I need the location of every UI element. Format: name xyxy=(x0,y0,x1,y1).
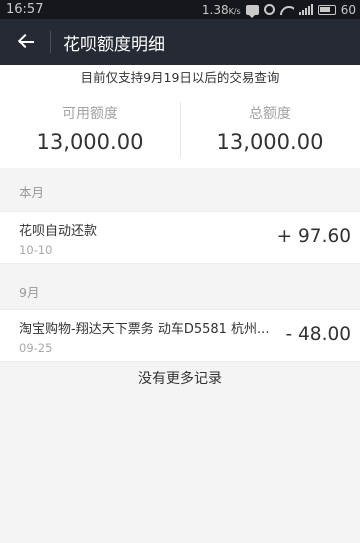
app-header: 花呗额度明细 xyxy=(0,19,360,65)
back-button[interactable] xyxy=(0,19,50,65)
status-time: 16:57 xyxy=(6,2,44,17)
section-header-this-month: 本月 xyxy=(0,177,360,208)
status-bar: 16:57 1.38K/s 60 xyxy=(0,0,360,19)
record-title: 花呗自动还款 xyxy=(19,224,98,239)
total-quota-label: 总额度 xyxy=(249,106,291,122)
record-date: 09-25 xyxy=(19,341,53,355)
record-item[interactable]: 淘宝购物-翔达天下票务 动车D5581 杭州... 09-25 - 48.00 xyxy=(0,309,360,362)
record-date: 10-10 xyxy=(19,243,53,257)
status-icons: 1.38K/s 60 xyxy=(202,2,356,18)
section-header-september: 9月 xyxy=(0,277,360,308)
query-notice: 目前仅支持9月19日以后的交易查询 xyxy=(0,65,360,90)
available-quota-value: 13,000.00 xyxy=(36,130,144,154)
data-speed: 1.38K/s xyxy=(202,3,241,17)
screen: 16:57 1.38K/s 60 花呗额度明细 目前仅支持9月19日以后的交易查… xyxy=(0,0,360,543)
message-icon xyxy=(245,4,259,18)
available-quota: 可用额度 13,000.00 xyxy=(0,90,180,168)
available-quota-label: 可用额度 xyxy=(62,106,118,122)
battery-icon xyxy=(317,4,336,15)
total-quota-value: 13,000.00 xyxy=(216,130,324,154)
page-title: 花呗额度明细 xyxy=(63,34,165,55)
wifi-icon xyxy=(280,4,294,15)
record-item[interactable]: 花呗自动还款 10-10 + 97.60 xyxy=(0,211,360,264)
total-quota: 总额度 13,000.00 xyxy=(180,90,360,168)
quota-panel: 可用额度 13,000.00 总额度 13,000.00 xyxy=(0,90,360,168)
signal-icon xyxy=(298,4,313,15)
record-title: 淘宝购物-翔达天下票务 动车D5581 杭州... xyxy=(19,322,270,337)
battery-level: 60 xyxy=(340,2,356,17)
data-speed-value: 1.38 xyxy=(201,2,229,17)
record-amount: + 97.60 xyxy=(276,226,351,247)
clock-icon xyxy=(263,4,275,15)
no-more-records: 没有更多记录 xyxy=(138,371,222,387)
data-speed-unit: K/s xyxy=(228,6,241,16)
header-divider xyxy=(50,31,51,53)
record-amount: - 48.00 xyxy=(285,324,351,345)
